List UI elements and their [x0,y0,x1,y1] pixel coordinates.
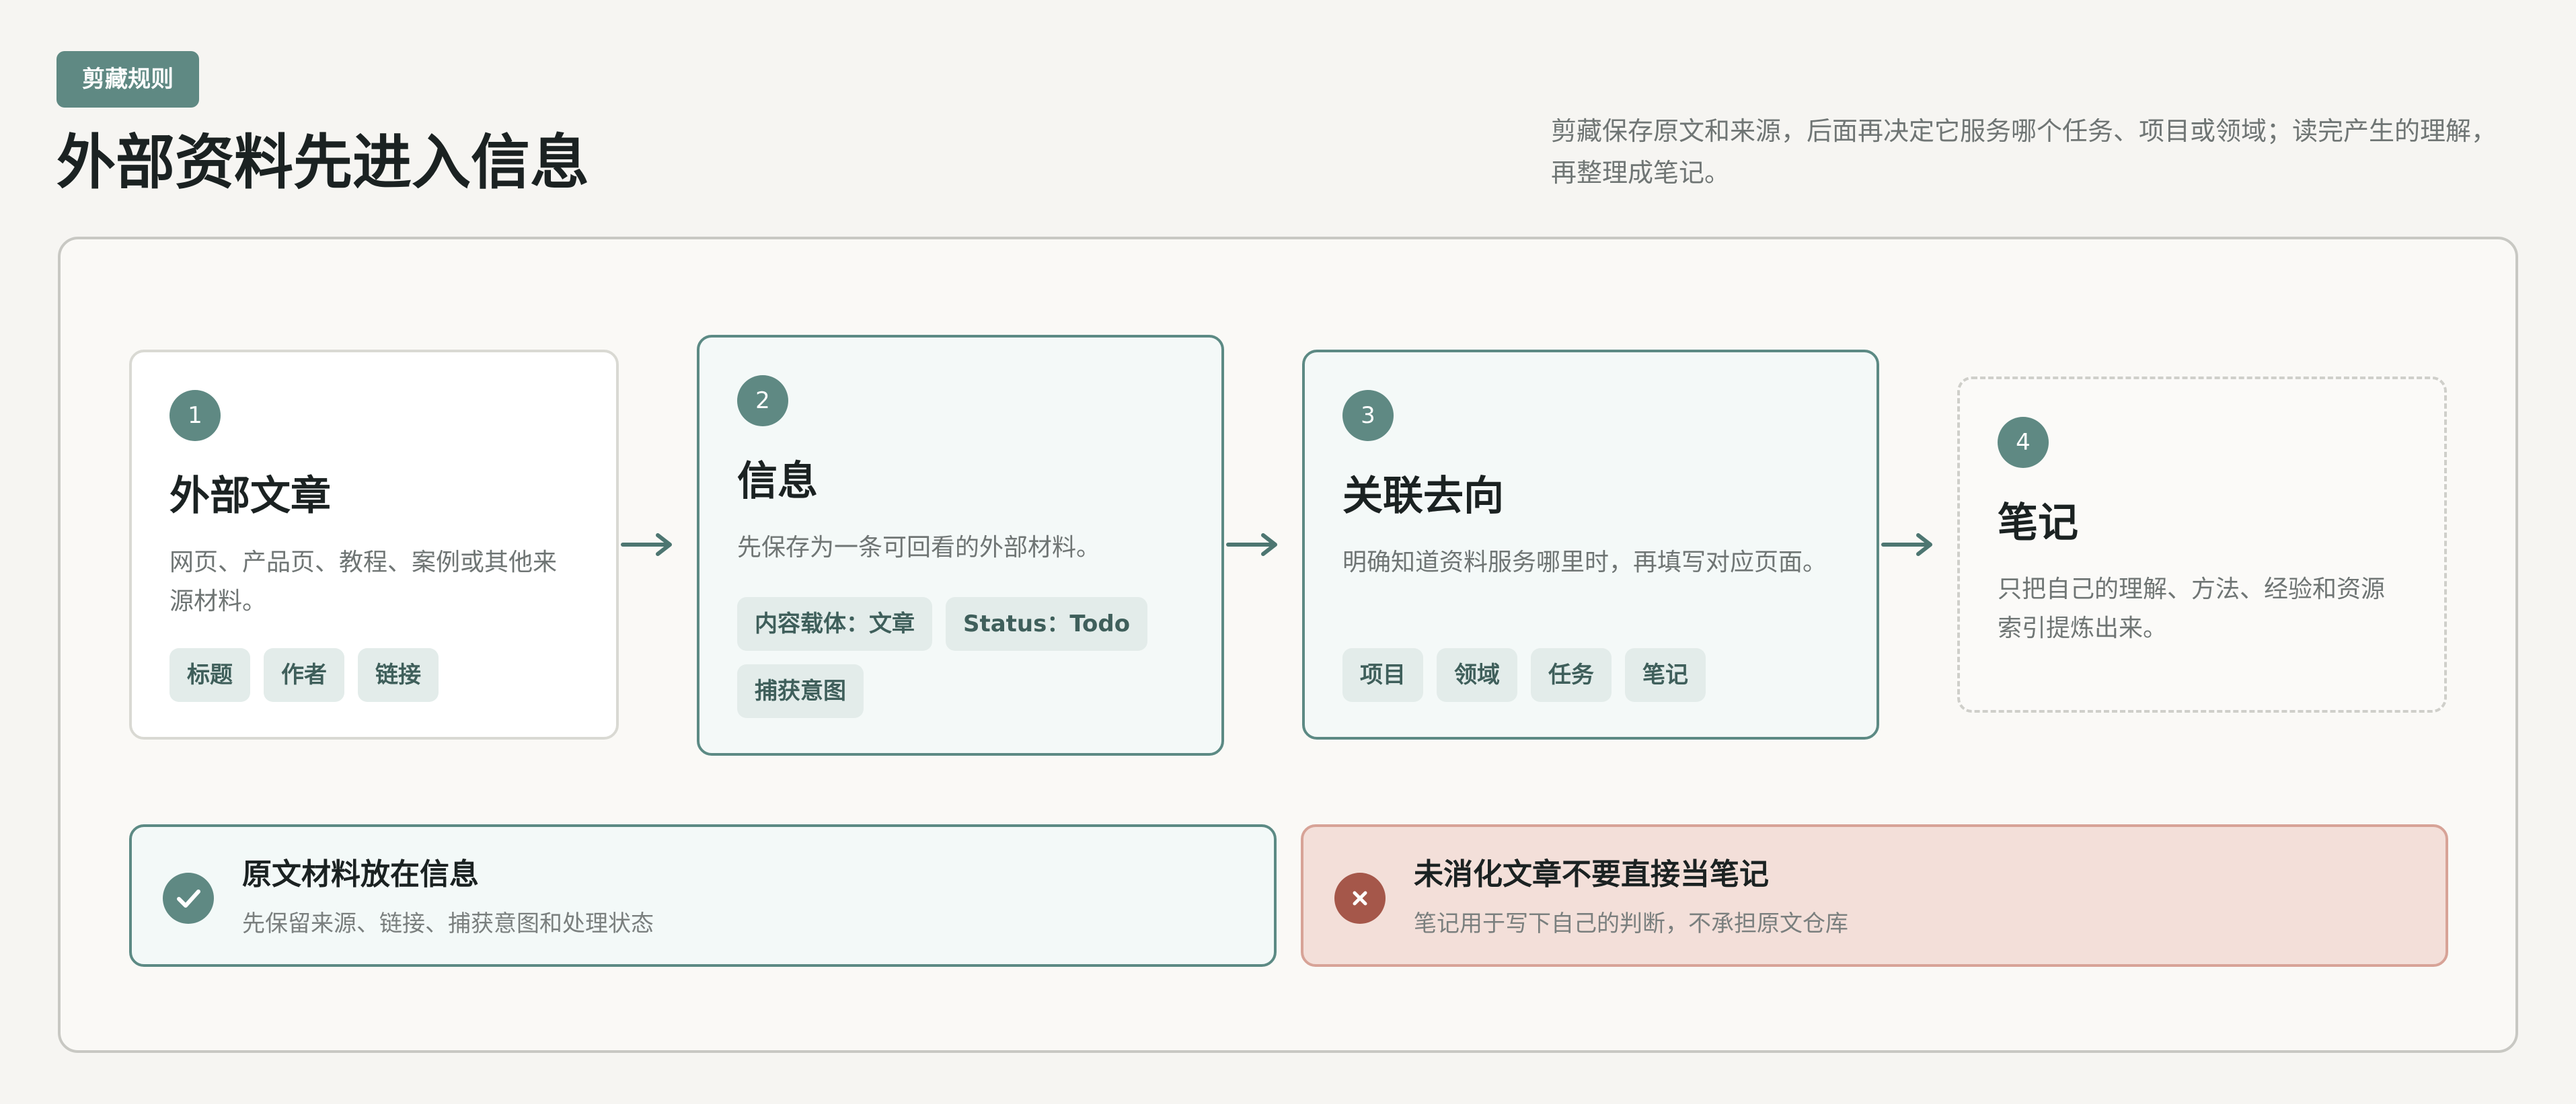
step-description: 只把自己的理解、方法、经验和资源索引提炼出来。 [1998,576,2386,642]
tag: 领域 [1437,648,1517,702]
step-title: 关联去向 [1342,473,1504,520]
page-description: 剪藏保存原文和来源，后面再决定它服务哪个任务、项目或领域；读完产生的理解，再整理… [1551,116,2497,188]
arrow-right-icon [1881,533,1932,556]
callout-do: 原文材料放在信息 先保留来源、链接、捕获意图和处理状态 [129,824,1277,967]
tag: 笔记 [1625,648,1706,702]
callout-title: 原文材料放在信息 [242,857,479,892]
tag: 作者 [264,648,344,702]
step-card-information: 2 信息 先保存为一条可回看的外部材料。 内容载体：文章 Status：Todo… [697,335,1224,756]
tag-list: 内容载体：文章 Status：Todo 捕获意图 [737,597,1168,718]
step-description: 明确知道资料服务哪里时，再填写对应页面。 [1342,549,1827,576]
step-number-badge: 4 [1998,417,2049,468]
check-icon [163,873,214,924]
arrow-right-icon [1226,533,1277,556]
callout-title: 未消化文章不要直接当笔记 [1414,857,1769,892]
step-number-badge: 2 [737,375,788,426]
step-number-badge: 1 [169,390,221,441]
close-icon [1334,873,1386,924]
step-card-note: 4 笔记 只把自己的理解、方法、经验和资源索引提炼出来。 [1957,377,2447,713]
step-description: 网页、产品页、教程、案例或其他来源材料。 [169,549,558,615]
tag: Status：Todo [946,597,1148,651]
step-description: 先保存为一条可回看的外部材料。 [737,534,1101,561]
section-badge: 剪藏规则 [56,51,199,108]
callout-subtitle: 先保留来源、链接、捕获意图和处理状态 [242,910,654,937]
step-card-relations: 3 关联去向 明确知道资料服务哪里时，再填写对应页面。 项目 领域 任务 笔记 [1302,350,1879,740]
step-card-external-article: 1 外部文章 网页、产品页、教程、案例或其他来源材料。 标题 作者 链接 [129,350,619,740]
tag-list: 标题 作者 链接 [169,648,600,702]
callout-subtitle: 笔记用于写下自己的判断，不承担原文仓库 [1414,910,1848,937]
callout-dont: 未消化文章不要直接当笔记 笔记用于写下自己的判断，不承担原文仓库 [1301,824,2448,967]
step-number-badge: 3 [1342,390,1394,441]
tag: 内容载体：文章 [737,597,932,651]
step-title: 外部文章 [169,473,331,520]
tag: 链接 [358,648,439,702]
page-title: 外部资料先进入信息 [56,128,590,197]
tag: 捕获意图 [737,664,864,718]
tag: 标题 [169,648,250,702]
page: 剪藏规则 外部资料先进入信息 剪藏保存原文和来源，后面再决定它服务哪个任务、项目… [0,0,2576,1104]
tag: 项目 [1342,648,1423,702]
step-title: 信息 [737,458,818,505]
step-title: 笔记 [1998,500,2078,547]
arrow-right-icon [621,533,672,556]
tag-list: 项目 领域 任务 笔记 [1342,648,1840,702]
tag: 任务 [1531,648,1612,702]
